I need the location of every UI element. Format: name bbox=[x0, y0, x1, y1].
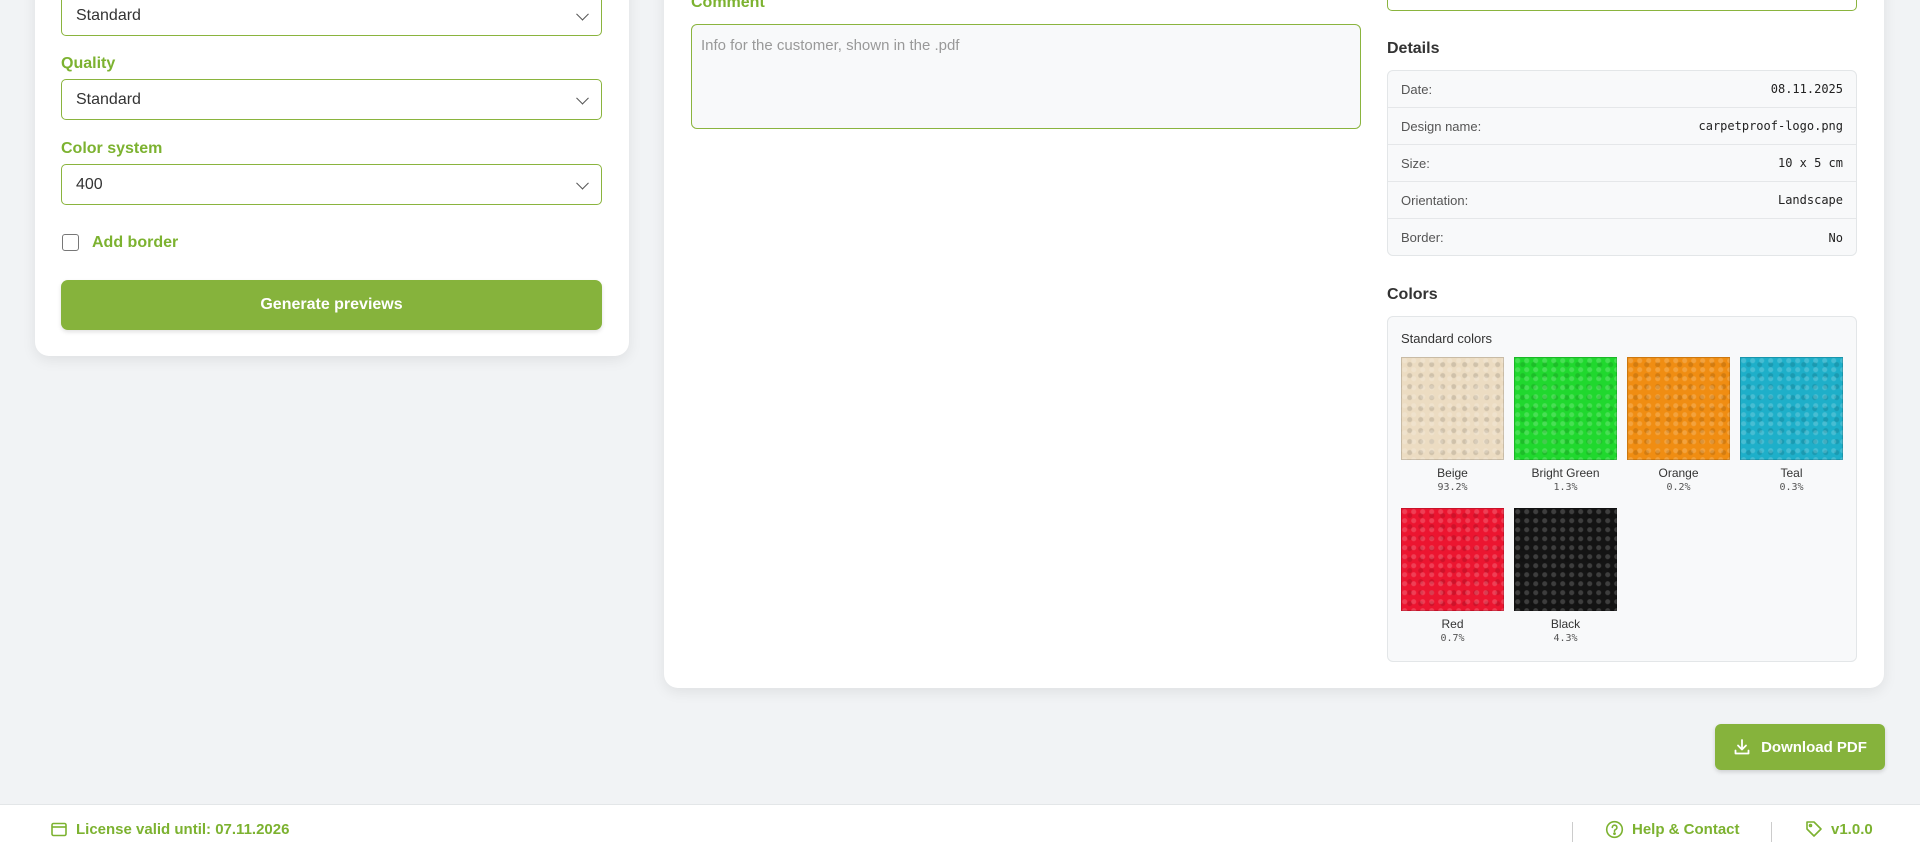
license-info: License valid until: 07.11.2026 bbox=[50, 820, 289, 838]
colors-subtitle: Standard colors bbox=[1401, 331, 1493, 346]
footer-divider bbox=[1572, 822, 1573, 842]
chevron-down-icon bbox=[576, 91, 589, 105]
color-name: Bright Green bbox=[1531, 466, 1600, 480]
color-system-select-value: 400 bbox=[76, 175, 103, 193]
generate-previews-button[interactable]: Generate previews bbox=[61, 280, 602, 330]
detail-key: Design name: bbox=[1401, 118, 1482, 134]
top-right-field[interactable] bbox=[1387, 0, 1857, 11]
colors-title: Colors bbox=[1387, 286, 1438, 303]
color-percent: 4.3% bbox=[1553, 633, 1578, 644]
color-name: Black bbox=[1550, 617, 1581, 631]
top-select[interactable]: Standard bbox=[61, 0, 602, 36]
quality-select-value: Standard bbox=[76, 90, 141, 108]
detail-row-border: Border: No bbox=[1388, 219, 1856, 255]
color-percent: 93.2% bbox=[1437, 482, 1468, 493]
color-swatch-beige: Beige 93.2% bbox=[1401, 357, 1504, 493]
color-swatch-orange: Orange 0.2% bbox=[1627, 357, 1730, 493]
detail-value: 08.11.2025 bbox=[1770, 82, 1843, 96]
version-label: v1.0.0 bbox=[1831, 820, 1873, 838]
color-percent: 0.3% bbox=[1779, 482, 1804, 493]
footer: License valid until: 07.11.2026 Help & C… bbox=[0, 804, 1920, 857]
color-swatch-square bbox=[1514, 508, 1617, 611]
download-pdf-button[interactable]: Download PDF bbox=[1715, 724, 1885, 770]
detail-value: 10 x 5 cm bbox=[1777, 156, 1843, 170]
quality-select[interactable]: Standard bbox=[61, 79, 602, 120]
color-swatch-red: Red 0.7% bbox=[1401, 508, 1504, 644]
color-system-label: Color system bbox=[61, 140, 163, 157]
comment-textarea[interactable]: Info for the customer, shown in the .pdf bbox=[691, 24, 1361, 129]
detail-row-date: Date: 08.11.2025 bbox=[1388, 71, 1856, 108]
color-swatch-black: Black 4.3% bbox=[1514, 508, 1617, 644]
version-info: v1.0.0 bbox=[1805, 820, 1873, 838]
color-swatch-square bbox=[1514, 357, 1617, 460]
license-text: License valid until: 07.11.2026 bbox=[76, 820, 290, 838]
color-swatch-square bbox=[1401, 508, 1504, 611]
tag-icon bbox=[1806, 821, 1822, 837]
color-name: Orange bbox=[1658, 466, 1699, 480]
chevron-down-icon bbox=[576, 7, 589, 21]
add-border-checkbox[interactable] bbox=[62, 234, 79, 251]
details-title: Details bbox=[1387, 40, 1440, 57]
comment-label: Comment bbox=[691, 0, 765, 11]
color-swatch-square bbox=[1740, 357, 1843, 460]
add-border-label[interactable]: Add border bbox=[92, 234, 178, 252]
quality-label: Quality bbox=[61, 55, 116, 72]
color-swatch-bright-green: Bright Green 1.3% bbox=[1514, 357, 1617, 493]
footer-divider bbox=[1771, 822, 1772, 842]
download-icon bbox=[1734, 739, 1750, 755]
color-name: Red bbox=[1441, 617, 1464, 631]
colors-panel: Standard colors Beige 93.2% Bright Green… bbox=[1387, 316, 1857, 662]
detail-value: No bbox=[1828, 230, 1843, 245]
detail-row-design-name: Design name: carpetproof-logo.png bbox=[1388, 108, 1856, 145]
detail-value: Landscape bbox=[1777, 193, 1843, 207]
color-percent: 0.7% bbox=[1440, 633, 1465, 644]
detail-row-size: Size: 10 x 5 cm bbox=[1388, 145, 1856, 182]
help-icon bbox=[1605, 820, 1624, 839]
color-percent: 1.3% bbox=[1553, 482, 1578, 493]
detail-value: carpetproof-logo.png bbox=[1698, 119, 1844, 133]
color-swatch-square bbox=[1401, 357, 1504, 460]
color-name: Teal bbox=[1780, 466, 1803, 480]
help-contact-link[interactable]: Help & Contact bbox=[1605, 820, 1740, 839]
detail-key: Border: bbox=[1401, 230, 1444, 245]
detail-key: Size: bbox=[1401, 155, 1430, 171]
color-swatch-teal: Teal 0.3% bbox=[1740, 357, 1843, 493]
color-percent: 0.2% bbox=[1666, 482, 1691, 493]
detail-key: Orientation: bbox=[1401, 192, 1469, 208]
top-select-value: Standard bbox=[76, 6, 141, 24]
color-name: Beige bbox=[1437, 466, 1468, 480]
calendar-icon bbox=[51, 822, 67, 837]
help-contact-label: Help & Contact bbox=[1632, 821, 1740, 838]
download-pdf-label: Download PDF bbox=[1761, 738, 1867, 756]
color-system-select[interactable]: 400 bbox=[61, 164, 602, 205]
detail-row-orientation: Orientation: Landscape bbox=[1388, 182, 1856, 219]
color-swatch-square bbox=[1627, 357, 1730, 460]
detail-key: Date: bbox=[1401, 81, 1433, 97]
details-table: Date: 08.11.2025 Design name: carpetproo… bbox=[1387, 70, 1857, 256]
chevron-down-icon bbox=[576, 176, 589, 190]
